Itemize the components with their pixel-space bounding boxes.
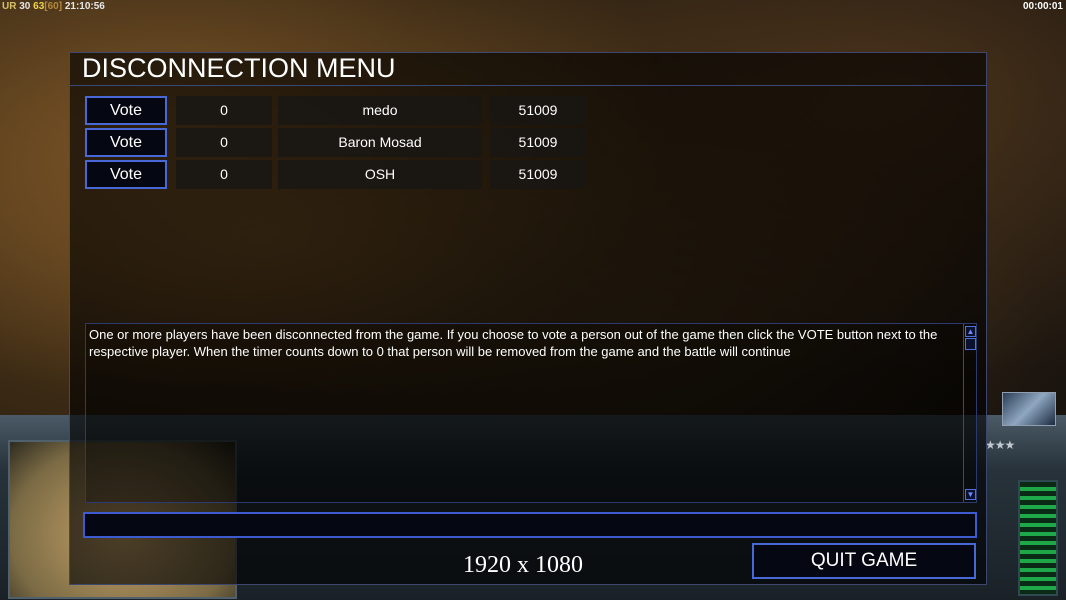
satellite-icon[interactable]	[1002, 392, 1056, 426]
hud-clock: 21:10:56	[64, 1, 105, 12]
vote-button[interactable]: Vote	[85, 128, 167, 157]
player-name: medo	[278, 96, 482, 125]
quit-game-button[interactable]: QUIT GAME	[752, 543, 976, 579]
scroll-down-icon[interactable]: ▼	[965, 489, 976, 500]
vote-button[interactable]: Vote	[85, 160, 167, 189]
fps-clock-readout: UR 30 63[60] 21:10:56	[2, 1, 105, 12]
vote-count: 0	[176, 128, 272, 157]
rank-stars-icon: ★★★	[985, 438, 1015, 452]
disconnection-message: One or more players have been disconnect…	[89, 327, 938, 359]
player-row: Vote 0 OSH 51009	[85, 160, 605, 189]
power-meter	[1018, 480, 1058, 596]
player-ping: 51009	[490, 96, 586, 125]
message-box: One or more players have been disconnect…	[85, 323, 977, 503]
scroll-thumb[interactable]: .	[965, 338, 976, 350]
title-divider	[70, 85, 986, 86]
hud-value-1: 30	[19, 1, 31, 12]
player-name: OSH	[278, 160, 482, 189]
vote-count: 0	[176, 160, 272, 189]
dialog-title: DISCONNECTION MENU	[82, 53, 396, 83]
disconnection-dialog: DISCONNECTION MENU Vote 0 medo 51009 Vot…	[69, 52, 987, 585]
player-ping: 51009	[490, 128, 586, 157]
hud-value-3: [60]	[44, 1, 63, 12]
player-ping: 51009	[490, 160, 586, 189]
hud-prefix: UR	[2, 1, 17, 12]
resolution-label: 1920 x 1080	[463, 552, 583, 578]
message-scrollbar[interactable]: ▲ . ▼	[963, 324, 976, 502]
hud-value-2: 63	[33, 1, 45, 12]
vote-button[interactable]: Vote	[85, 96, 167, 125]
player-row: Vote 0 medo 51009	[85, 96, 605, 125]
chat-input[interactable]	[83, 512, 977, 538]
player-row: Vote 0 Baron Mosad 51009	[85, 128, 605, 157]
vote-count: 0	[176, 96, 272, 125]
game-timer: 00:00:01	[1022, 1, 1063, 12]
player-name: Baron Mosad	[278, 128, 482, 157]
scroll-up-icon[interactable]: ▲	[965, 326, 976, 337]
